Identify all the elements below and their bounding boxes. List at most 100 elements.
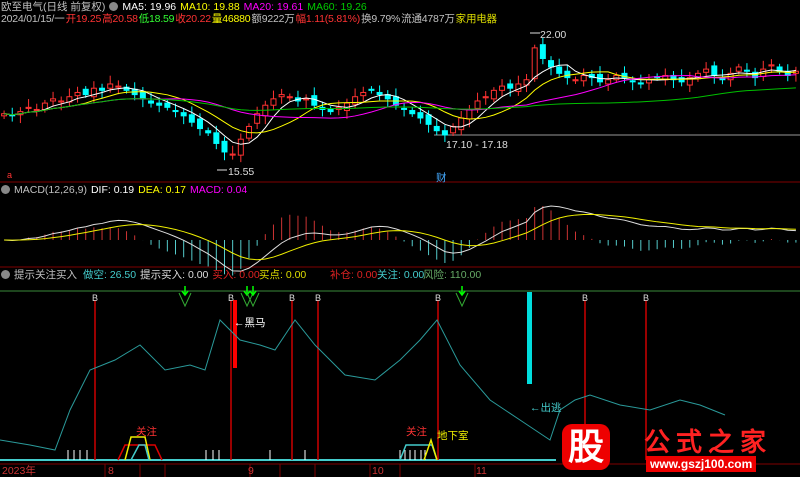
candle-body [327, 108, 334, 113]
candle-body [278, 94, 285, 98]
ma10-label: MA10: 19.88 [180, 1, 240, 13]
open-value: 开19.25 [65, 13, 102, 25]
dropdown-icon[interactable] [109, 2, 119, 11]
ma5-line [4, 64, 796, 145]
indicator-title: 提示关注买入 [14, 269, 77, 281]
candle-body [180, 112, 187, 117]
candle-body [564, 70, 571, 79]
price-header: 欧至电气(日线 前复权) MA5: 19.96 MA10: 19.88 MA20: 1… [1, 1, 371, 13]
buy-b-label: B [582, 293, 589, 303]
candle-body [605, 79, 612, 85]
xaxis-label-year: 2023年 [2, 465, 36, 477]
quote-line: 2024/01/15/一开19.25高20.58低18.59收20.22量468… [1, 13, 501, 25]
candle-body [164, 102, 171, 108]
buy-b-label: B [289, 293, 296, 303]
dif-line [4, 205, 796, 272]
left-marker: a [7, 170, 13, 180]
candle-body [507, 83, 514, 89]
ma20-label: MA20: 19.61 [243, 1, 304, 13]
candle-body [466, 108, 473, 120]
ma20-line [4, 74, 796, 119]
candle-body [490, 89, 497, 100]
date-label: 2024/01/15/一 [1, 13, 65, 25]
candle-body [99, 87, 106, 91]
maidian-value: 买点: 0.00 [259, 269, 307, 281]
bucang-value: 补仓: 0.00 [330, 269, 378, 281]
candle-body [629, 80, 636, 83]
candle-body [450, 125, 457, 134]
low-price-label: 15.55 [228, 166, 255, 178]
chutao-bar [527, 292, 532, 384]
candle-body [572, 79, 579, 82]
macd-value: MACD: 0.04 [190, 184, 248, 196]
chutao-label: ←出逃 [530, 402, 562, 414]
candle-body [33, 108, 40, 111]
change-value: 幅1.11(5.81%) [295, 13, 361, 25]
guanzhu-shape-cyan [399, 444, 438, 461]
chart-canvas [0, 32, 800, 477]
candle-body [237, 138, 244, 156]
zuokong-value: 做空: 26.50 [83, 269, 137, 281]
high-price-label: 22.00 [540, 29, 567, 41]
xaxis-label-nov: 11 [476, 465, 487, 477]
close-value: 收20.22 [175, 13, 211, 25]
dropdown-icon[interactable] [1, 185, 10, 194]
candle-body [205, 130, 212, 134]
high-value: 高20.58 [102, 13, 138, 25]
candle-body [433, 125, 440, 132]
buy-b-label: B [228, 293, 235, 303]
candle-body [368, 88, 375, 91]
candle-body [458, 117, 465, 131]
candle-body [360, 91, 367, 97]
candle-body [548, 60, 555, 68]
guanzhu-tag-1: 关注 [136, 426, 157, 438]
candle-body [703, 68, 710, 73]
finance-marker[interactable]: 财 [436, 172, 447, 184]
amount-value: 额9222万 [251, 13, 295, 25]
candle-body [156, 102, 163, 106]
guanzhu-value: 关注: 0.00 [377, 269, 425, 281]
candle-body [213, 132, 220, 144]
dixiashi-shape [423, 437, 438, 461]
candle-body [768, 64, 775, 67]
watermark-site: www.gszj100.com [646, 456, 757, 472]
stock-title: 欧至电气(日线 前复权) [1, 1, 106, 13]
mairu-value: 买入: 0.00 [212, 269, 260, 281]
tishi-value: 提示买入: 0.00 [140, 269, 209, 281]
candle-body [417, 112, 424, 119]
buy-b-label: B [435, 293, 442, 303]
candle-body [107, 83, 114, 89]
indicator-header: 提示关注买入 做空: 26.50 提示买入: 0.00 买入: 0.00 买点: 0.… [1, 269, 800, 281]
xaxis-label-sep: 9 [248, 465, 254, 477]
candle-body [531, 47, 538, 80]
candle-body [539, 44, 546, 59]
sector-label[interactable]: 家用电器 [456, 13, 497, 25]
ma10-line [4, 71, 796, 134]
candle-body [188, 114, 195, 123]
heima-label: ←黑马 [234, 317, 266, 329]
dea-value: DEA: 0.17 [138, 184, 187, 196]
candle-body [474, 100, 481, 109]
dixiashi-tag: 地下室 [437, 430, 469, 442]
dropdown-icon[interactable] [1, 270, 10, 279]
guanzhu-shape-cyan [130, 444, 150, 461]
candle-body [197, 118, 203, 130]
candle-body [82, 88, 89, 96]
candle-body [286, 96, 293, 99]
guanzhu-tag-2: 关注 [406, 426, 427, 438]
candle-body [637, 82, 644, 85]
candle-body [148, 100, 155, 104]
candle-body [115, 85, 122, 88]
candle-body [58, 100, 65, 103]
guanzhu-shape-red [117, 444, 163, 461]
watermark: 股 公式之家 www.gszj100.com [556, 420, 800, 477]
candle-body [303, 98, 310, 101]
buy-b-label: B [92, 293, 99, 303]
candle-body [50, 98, 57, 102]
candle-body [499, 85, 506, 91]
candle-body [74, 91, 81, 97]
candle-body [482, 96, 489, 99]
watermark-logo: 股 [562, 424, 610, 470]
candle-body [401, 107, 408, 110]
dif-value: DIF: 0.19 [90, 184, 135, 196]
